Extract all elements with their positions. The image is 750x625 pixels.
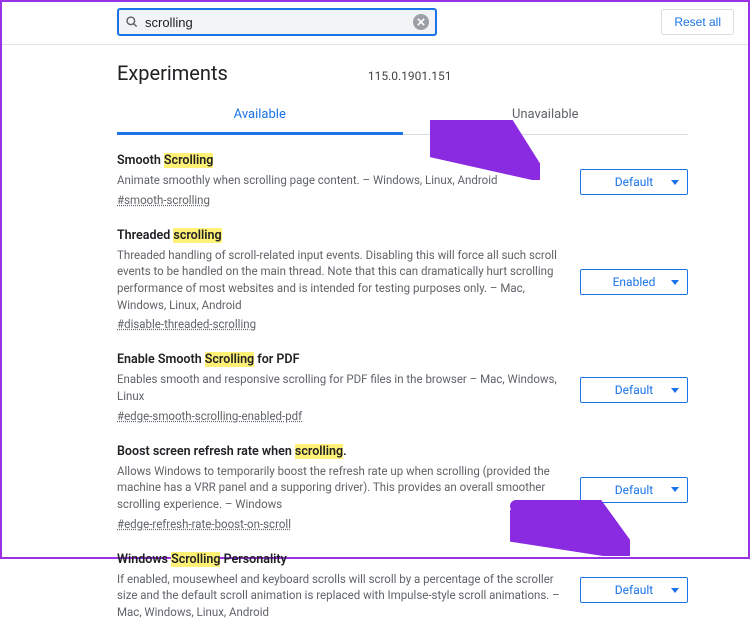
page-title: Experiments xyxy=(117,61,228,85)
flag-select-wrapper: Default xyxy=(580,352,688,423)
flag-title: Boost screen refresh rate when scrolling… xyxy=(117,444,560,459)
flag-state-value: Default xyxy=(615,583,653,597)
flag-title-pre: Enable Smooth xyxy=(117,352,205,367)
flag-permalink[interactable]: #disable-threaded-scrolling xyxy=(117,317,256,331)
flag-permalink[interactable]: #smooth-scrolling xyxy=(117,193,210,207)
flag-title-pre: Boost screen refresh rate when xyxy=(117,444,295,459)
flag-title-post: Personality xyxy=(220,552,286,567)
flag-title: Threaded scrolling xyxy=(117,228,560,243)
version-label: 115.0.1901.151 xyxy=(368,69,452,83)
flag-title-pre: Windows xyxy=(117,552,171,567)
flag-select-wrapper: Default xyxy=(580,552,688,625)
flag-row: Threaded scrolling Threaded handling of … xyxy=(117,228,688,333)
flag-state-select[interactable]: Default xyxy=(580,577,688,603)
flag-description: Allows Windows to temporarily boost the … xyxy=(117,463,560,513)
flag-row: Smooth Scrolling Animate smoothly when s… xyxy=(117,153,688,208)
flags-list: Smooth Scrolling Animate smoothly when s… xyxy=(117,153,688,625)
search-input[interactable] xyxy=(139,15,413,30)
tab-unavailable[interactable]: Unavailable xyxy=(403,99,689,134)
flag-row: Windows Scrolling Personality If enabled… xyxy=(117,552,688,625)
flag-state-value: Default xyxy=(615,175,653,189)
flag-title-post: for PDF xyxy=(254,352,299,367)
clear-search-icon[interactable] xyxy=(413,14,429,30)
flag-state-value: Default xyxy=(615,383,653,397)
flag-row: Boost screen refresh rate when scrolling… xyxy=(117,444,688,532)
flag-select-wrapper: Default xyxy=(580,444,688,532)
flag-state-value: Enabled xyxy=(613,275,656,289)
flag-description: Animate smoothly when scrolling page con… xyxy=(117,172,560,189)
flag-title: Smooth Scrolling xyxy=(117,153,560,168)
flag-state-value: Default xyxy=(615,483,653,497)
flag-text: Threaded scrolling Threaded handling of … xyxy=(117,228,560,333)
tabs: Available Unavailable xyxy=(117,99,688,135)
flag-title-pre: Threaded xyxy=(117,228,173,243)
flag-state-select[interactable]: Default xyxy=(580,169,688,195)
flag-permalink[interactable]: #edge-refresh-rate-boost-on-scroll xyxy=(117,517,291,531)
tab-available[interactable]: Available xyxy=(117,99,403,135)
search-highlight: Scrolling xyxy=(164,153,213,168)
content-area: Experiments 115.0.1901.151 Available Una… xyxy=(2,45,748,625)
flag-text: Windows Scrolling Personality If enabled… xyxy=(117,552,560,625)
header-row: Experiments 115.0.1901.151 xyxy=(117,55,688,89)
flag-description: Threaded handling of scroll-related inpu… xyxy=(117,247,560,314)
flag-text: Boost screen refresh rate when scrolling… xyxy=(117,444,560,532)
search-highlight: Scrolling xyxy=(205,352,254,367)
flag-title-pre: Smooth xyxy=(117,153,164,168)
flag-title: Enable Smooth Scrolling for PDF xyxy=(117,352,560,367)
flag-row: Enable Smooth Scrolling for PDF Enables … xyxy=(117,352,688,423)
flag-select-wrapper: Default xyxy=(580,153,688,208)
flag-title: Windows Scrolling Personality xyxy=(117,552,560,567)
flag-permalink[interactable]: #edge-smooth-scrolling-enabled-pdf xyxy=(117,409,302,423)
flag-state-select[interactable]: Default xyxy=(580,477,688,503)
flag-select-wrapper: Enabled xyxy=(580,228,688,333)
flag-state-select[interactable]: Enabled xyxy=(580,269,688,295)
flag-text: Enable Smooth Scrolling for PDF Enables … xyxy=(117,352,560,423)
flag-description: If enabled, mousewheel and keyboard scro… xyxy=(117,571,560,621)
flag-state-select[interactable]: Default xyxy=(580,377,688,403)
reset-all-button[interactable]: Reset all xyxy=(661,9,734,35)
flag-description: Enables smooth and responsive scrolling … xyxy=(117,371,560,404)
search-highlight: scrolling xyxy=(295,444,343,459)
search-icon xyxy=(125,15,139,29)
flag-title-post: . xyxy=(343,444,347,459)
search-highlight: Scrolling xyxy=(171,552,220,567)
flag-text: Smooth Scrolling Animate smoothly when s… xyxy=(117,153,560,208)
search-highlight: scrolling xyxy=(173,228,221,243)
top-bar: Reset all xyxy=(2,2,748,45)
search-input-wrapper[interactable] xyxy=(117,8,437,36)
